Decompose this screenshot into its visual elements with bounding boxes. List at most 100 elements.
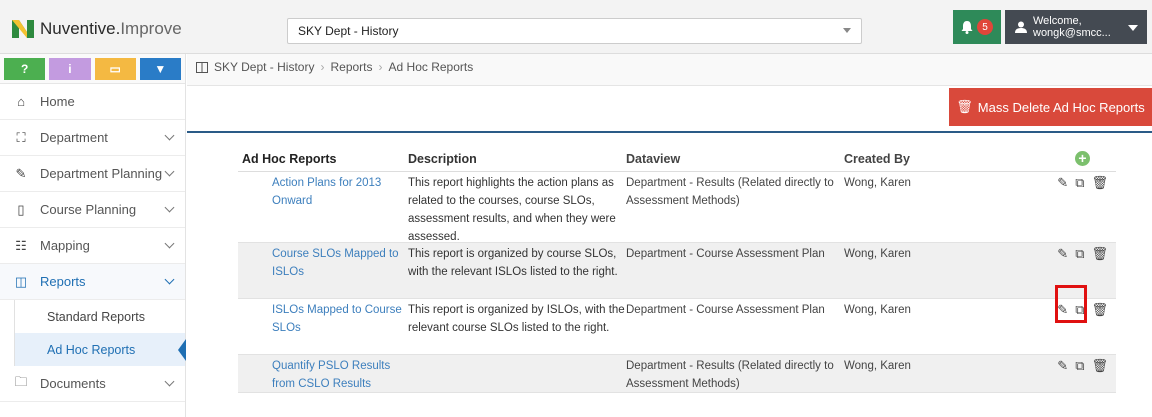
notification-count-badge: 5 xyxy=(977,19,993,35)
report-link[interactable]: Course SLOs Mapped to ISLOs xyxy=(272,248,399,278)
sitemap-icon: ☷ xyxy=(15,237,27,253)
report-link[interactable]: ISLOs Mapped to Course SLOs xyxy=(272,304,402,334)
brand-name: Nuventive. xyxy=(40,19,121,38)
add-report-icon[interactable]: + xyxy=(1075,151,1090,166)
edit-highlight-box xyxy=(1055,285,1087,323)
chevron-down-icon xyxy=(843,28,851,33)
notifications-button[interactable]: 5 xyxy=(953,10,1001,44)
user-email: wongk@smcc... xyxy=(1033,27,1111,39)
user-icon xyxy=(1015,21,1027,33)
mass-delete-label: Mass Delete Ad Hoc Reports xyxy=(977,99,1145,115)
sidebar-item-documents[interactable]: 🗀 Documents xyxy=(0,366,185,402)
trash-icon[interactable]: 🗑 xyxy=(1091,357,1108,392)
copy-icon[interactable]: ⧉ xyxy=(1075,174,1084,242)
filter-button[interactable]: ▼ xyxy=(139,58,181,80)
report-description xyxy=(404,357,626,392)
chevron-down-icon xyxy=(164,130,175,141)
sidebar: ? i ▭ ▼ ⌂ Home ⛶ Department ✎ Department… xyxy=(0,54,186,417)
report-created-by: Wong, Karen xyxy=(844,304,911,316)
nuventive-logo-icon xyxy=(12,20,34,38)
department-selector[interactable]: SKY Dept - History xyxy=(287,18,862,44)
sidebar-subitem-standard-reports[interactable]: Standard Reports xyxy=(14,300,185,333)
folder-icon: 🗀 xyxy=(14,373,28,389)
column-header[interactable]: Description xyxy=(404,152,626,166)
chevron-down-icon xyxy=(164,376,175,387)
chevron-down-icon xyxy=(164,238,175,249)
table-header: Ad Hoc Reports Description Dataview Crea… xyxy=(238,146,1116,172)
sidebar-item-home[interactable]: ⌂ Home xyxy=(0,84,185,120)
report-link[interactable]: Quantify PSLO Results from CSLO Results xyxy=(272,360,390,390)
sidebar-item-label: Course Planning xyxy=(40,202,137,217)
app-logo[interactable]: Nuventive.Improve xyxy=(12,19,182,39)
sidebar-item-label: Documents xyxy=(40,376,106,391)
edit-icon[interactable]: ✎ xyxy=(1057,357,1068,392)
chevron-down-icon xyxy=(164,274,175,285)
breadcrumb: SKY Dept - History › Reports › Ad Hoc Re… xyxy=(196,60,473,74)
trash-icon[interactable]: 🗑 xyxy=(1091,301,1108,354)
active-pointer-icon xyxy=(178,339,186,361)
breadcrumb-section[interactable]: Reports xyxy=(330,60,372,74)
report-dataview: Department - Results (Related directly t… xyxy=(626,177,834,207)
report-dataview: Department - Course Assessment Plan xyxy=(626,248,825,260)
ad-hoc-reports-table: Ad Hoc Reports Description Dataview Crea… xyxy=(238,146,1116,393)
breadcrumb-root[interactable]: SKY Dept - History xyxy=(214,60,314,74)
chevron-down-icon xyxy=(164,166,175,177)
home-icon: ⌂ xyxy=(17,94,25,109)
sidebar-item-mapping[interactable]: ☷ Mapping xyxy=(0,228,185,264)
trash-icon[interactable]: 🗑 xyxy=(1091,174,1108,242)
department-selector-value: SKY Dept - History xyxy=(298,24,399,38)
info-button[interactable]: i xyxy=(49,58,91,80)
mass-delete-button[interactable]: 🗑 Mass Delete Ad Hoc Reports xyxy=(949,88,1152,126)
pencil-icon: ✎ xyxy=(15,165,27,181)
report-link[interactable]: Action Plans for 2013 Onward xyxy=(272,177,381,207)
column-header[interactable]: Created By xyxy=(844,152,1030,166)
sidebar-subitem-ad-hoc-reports[interactable]: Ad Hoc Reports xyxy=(14,333,186,366)
sidebar-item-reports[interactable]: ◫ Reports xyxy=(0,264,185,300)
report-description: This report is organized by course SLOs,… xyxy=(408,248,618,278)
column-header[interactable]: Ad Hoc Reports xyxy=(238,152,404,166)
breadcrumb-separator: › xyxy=(378,60,383,74)
report-description: This report highlights the action plans … xyxy=(408,177,616,243)
report-dataview: Department - Course Assessment Plan xyxy=(626,304,825,316)
sidebar-item-label: Reports xyxy=(40,274,86,289)
sidebar-item-course-planning[interactable]: ▯ Course Planning xyxy=(0,192,185,228)
top-bar: Nuventive.Improve SKY Dept - History 5 W… xyxy=(0,0,1152,54)
welcome-label: Welcome, xyxy=(1033,15,1082,27)
report-created-by: Wong, Karen xyxy=(844,248,911,260)
report-description: This report is organized by ISLOs, with … xyxy=(408,304,625,334)
breadcrumb-separator: › xyxy=(320,60,325,74)
report-created-by: Wong, Karen xyxy=(844,360,911,372)
sidebar-item-label: Department xyxy=(40,130,108,145)
report-dataview: Department - Results (Related directly t… xyxy=(626,360,834,390)
chevron-down-icon xyxy=(1128,25,1138,31)
breadcrumb-page: Ad Hoc Reports xyxy=(388,60,474,74)
sidebar-item-label: Mapping xyxy=(40,238,90,253)
sidebar-item-label: Home xyxy=(40,94,75,109)
bell-icon xyxy=(961,20,973,34)
card-button[interactable]: ▭ xyxy=(94,58,136,80)
trash-icon[interactable]: 🗑 xyxy=(1091,245,1108,298)
institution-icon: ⛶ xyxy=(16,129,26,145)
brand-suffix: Improve xyxy=(120,19,182,38)
sidebar-toolbar: ? i ▭ ▼ xyxy=(0,54,185,84)
edit-icon[interactable]: ✎ xyxy=(1057,174,1068,242)
sidebar-subitem-label: Ad Hoc Reports xyxy=(47,342,136,357)
table-row: Action Plans for 2013 Onward This report… xyxy=(238,172,1116,243)
column-header[interactable]: Dataview xyxy=(626,152,844,166)
sidebar-item-department-planning[interactable]: ✎ Department Planning xyxy=(0,156,185,192)
chevron-down-icon xyxy=(164,202,175,213)
sidebar-subitem-label: Standard Reports xyxy=(47,309,145,324)
table-row: Quantify PSLO Results from CSLO Results … xyxy=(238,355,1116,393)
copy-icon[interactable]: ⧉ xyxy=(1075,357,1084,392)
sidebar-item-label: Department Planning xyxy=(40,166,163,181)
table-row: ISLOs Mapped to Course SLOs This report … xyxy=(238,299,1116,355)
table-row: Course SLOs Mapped to ISLOs This report … xyxy=(238,243,1116,299)
trash-icon: 🗑 xyxy=(956,99,973,114)
help-button[interactable]: ? xyxy=(4,58,46,80)
columns-icon: ◫ xyxy=(14,273,28,289)
divider xyxy=(187,131,1152,133)
columns-icon xyxy=(196,61,208,73)
sidebar-item-department[interactable]: ⛶ Department xyxy=(0,120,185,156)
user-menu[interactable]: Welcome, wongk@smcc... xyxy=(1005,10,1147,44)
report-created-by: Wong, Karen xyxy=(844,177,911,189)
